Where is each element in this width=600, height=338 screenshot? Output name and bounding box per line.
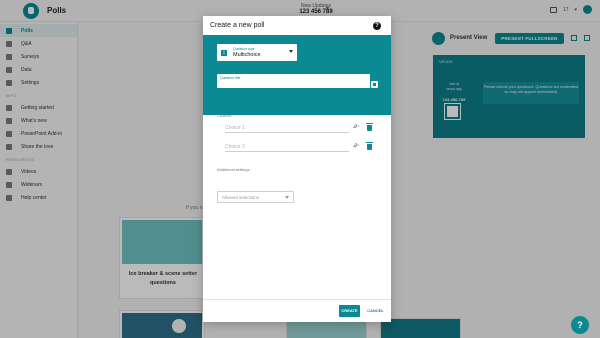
formula-icon[interactable]: Ꭿ~ xyxy=(353,143,360,149)
cancel-button[interactable]: CANCEL xyxy=(365,305,386,317)
question-type-label: Question type xyxy=(233,47,255,51)
help-icon[interactable]: ? xyxy=(373,22,381,30)
create-button[interactable]: CREATE xyxy=(339,305,360,317)
question-type-value: Multichoice xyxy=(233,52,261,58)
modal-title: Create a new poll xyxy=(210,22,265,29)
help-fab-button[interactable]: ? xyxy=(571,316,589,334)
allowed-selections-select[interactable]: Allowed selections xyxy=(217,191,294,203)
choices-label: Choices xyxy=(217,113,232,118)
chevron-down-icon xyxy=(285,196,289,199)
create-poll-modal: Create a new poll ? ≡ Question type Mult… xyxy=(203,16,391,322)
question-type-select[interactable]: ≡ Question type Multichoice xyxy=(217,44,297,61)
delete-icon[interactable] xyxy=(366,123,373,131)
additional-settings-label: Additional settings xyxy=(217,167,250,172)
question-title-input[interactable] xyxy=(220,80,365,87)
chevron-down-icon xyxy=(289,50,293,53)
choice-1-input[interactable] xyxy=(225,123,349,133)
modal-footer-divider xyxy=(203,299,391,300)
allowed-selections-placeholder: Allowed selections xyxy=(222,195,260,200)
modal-header: Create a new poll ? xyxy=(203,16,391,35)
formula-icon[interactable]: Ꭿ~ xyxy=(353,124,360,130)
add-image-icon[interactable] xyxy=(371,81,378,88)
choice-2-input[interactable] xyxy=(225,142,349,152)
multichoice-icon: ≡ xyxy=(221,50,227,56)
question-title-field[interactable]: Question title xyxy=(217,74,370,89)
delete-icon[interactable] xyxy=(366,142,373,150)
